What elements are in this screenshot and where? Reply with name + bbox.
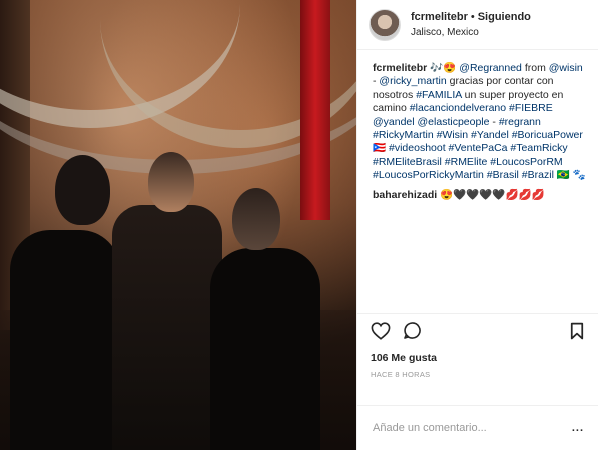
person-center <box>112 205 222 450</box>
hashtag-link[interactable]: #videoshoot #VentePaCa #TeamRicky #RMEli… <box>373 142 568 181</box>
person-right <box>210 248 320 450</box>
post-timestamp[interactable]: HACE 8 HORAS <box>371 370 584 379</box>
caption: fcrmelitebr 🎶😍 @Regranned from @wisin - … <box>373 62 586 183</box>
add-comment-bar: Añade un comentario... ... <box>357 405 598 450</box>
mention-link[interactable]: @yandel @elasticpeople <box>373 116 489 128</box>
comment: baharehizadi 😍🖤🖤🖤🖤💋💋💋 <box>373 189 586 202</box>
caption-text: - <box>489 115 499 128</box>
post-sidebar: fcrmelitebr • Siguiendo Jalisco, Mexico fc… <box>356 0 598 450</box>
hashtag-link[interactable]: #FAMILIA <box>416 89 462 101</box>
comment-icon[interactable] <box>403 321 422 345</box>
username-link[interactable]: fcrmelitebr <box>411 11 468 23</box>
mention-link[interactable]: @ricky_martin <box>379 75 446 87</box>
person-left-head <box>55 155 110 225</box>
hashtag-link[interactable]: #lacanciondelverano #FIEBRE <box>410 102 553 114</box>
bookmark-icon[interactable] <box>570 322 584 345</box>
comment-username-link[interactable]: baharehizadi <box>373 189 437 201</box>
person-center-head <box>148 152 194 212</box>
action-icons <box>371 321 584 345</box>
caption-text: from <box>521 62 549 74</box>
mention-link[interactable]: @Regranned <box>459 62 522 74</box>
separator-dot: • <box>470 10 475 23</box>
avatar[interactable] <box>369 8 401 41</box>
comment-text: 😍🖤🖤🖤🖤💋💋💋 <box>437 188 545 201</box>
photo-red-curtain <box>300 0 330 220</box>
instagram-post: fcrmelitebr • Siguiendo Jalisco, Mexico fc… <box>0 0 598 450</box>
mention-link[interactable]: @wisin <box>549 62 583 74</box>
header-text: fcrmelitebr • Siguiendo Jalisco, Mexico <box>411 10 531 40</box>
post-header: fcrmelitebr • Siguiendo Jalisco, Mexico <box>357 0 598 50</box>
likes-count[interactable]: 106 Me gusta <box>371 352 584 364</box>
caption-text: 🇵🇷 <box>373 142 389 155</box>
location-link[interactable]: Jalisco, Mexico <box>411 25 531 40</box>
person-left <box>10 230 120 450</box>
caption-text: 🇧🇷 🐾 <box>553 169 586 182</box>
post-photo[interactable] <box>0 0 356 450</box>
comments-area: fcrmelitebr 🎶😍 @Regranned from @wisin - … <box>357 50 598 313</box>
comment-input[interactable]: Añade un comentario... <box>373 422 572 434</box>
person-right-head <box>232 188 280 250</box>
more-options-icon[interactable]: ... <box>572 422 584 434</box>
heart-icon[interactable] <box>371 321 391 345</box>
follow-status-button[interactable]: Siguiendo <box>478 11 531 23</box>
caption-username-link[interactable]: fcrmelitebr <box>373 62 427 74</box>
caption-text: 🎶😍 <box>430 62 460 74</box>
post-actions: 106 Me gusta HACE 8 HORAS <box>357 313 598 405</box>
